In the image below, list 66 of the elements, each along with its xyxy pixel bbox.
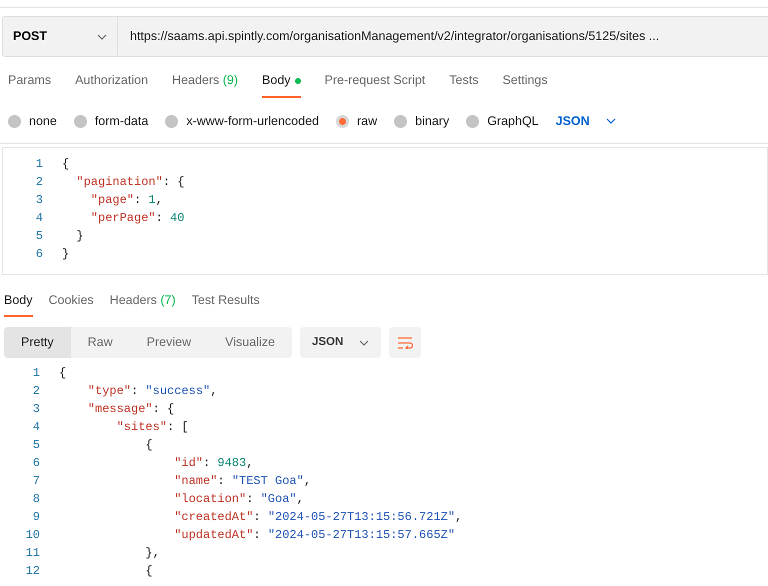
tab[interactable]: Headers (7) [110, 290, 176, 318]
radio-option[interactable]: none [8, 112, 57, 130]
format-dropdown[interactable]: JSON [300, 327, 382, 358]
code-line: }, [144, 545, 160, 562]
code-line: "type": "success", [86, 383, 218, 400]
line-number: 4 [32, 419, 40, 436]
view-mode-tab[interactable]: Pretty [4, 327, 71, 358]
line-number: 6 [34, 246, 43, 262]
view-mode-tab[interactable]: Raw [70, 327, 130, 358]
tab[interactable]: Body [4, 290, 32, 318]
wrap-lines-icon[interactable] [389, 327, 422, 358]
format-dropdown[interactable]: JSON [556, 112, 616, 130]
line-number: 7 [32, 473, 40, 490]
line-number: 1 [32, 365, 40, 382]
tab[interactable]: Tests [449, 71, 478, 98]
caret-icon [606, 118, 616, 124]
line-number: 5 [32, 437, 40, 454]
code-line: } [62, 246, 70, 262]
line-number: 8 [32, 491, 40, 508]
line-number: 9 [32, 509, 40, 526]
radio-option[interactable]: raw [336, 112, 378, 130]
code-line: { [144, 563, 153, 580]
tab[interactable]: Authorization [75, 71, 148, 98]
code-line: "perPage": 40 [90, 210, 184, 226]
line-number: 4 [34, 210, 43, 226]
code-line: "location": "Goa", [173, 491, 304, 508]
line-number: 12 [24, 563, 40, 580]
line-number: 1 [34, 156, 43, 172]
tab[interactable]: Cookies [48, 290, 94, 318]
tab[interactable]: Pre-request Script [324, 71, 426, 98]
radio-option[interactable]: binary [394, 112, 450, 130]
line-number: 5 [34, 228, 43, 244]
code-line: "createdAt": "2024-05-27T13:15:56.721Z", [173, 509, 462, 526]
radio-option[interactable]: GraphQL [466, 112, 539, 130]
code-line: "updatedAt": "2024-05-27T13:15:57.665Z" [173, 527, 456, 544]
line-number: 2 [32, 383, 40, 400]
code-line: { [144, 437, 153, 454]
line-number: 3 [32, 401, 40, 418]
code-line: { [62, 156, 70, 172]
url-field[interactable]: https://saams.api.spintly.com/organisationManagement/v2/integrator/organisations/5125/sites ... [118, 17, 768, 56]
code-line: "name": "TEST Goa", [173, 473, 312, 490]
caret-icon [359, 340, 370, 346]
method-dropdown[interactable]: POST [3, 17, 118, 56]
radio-option[interactable]: x-www-form-urlencoded [165, 112, 319, 130]
code-line: } [75, 228, 84, 244]
code-line: "pagination": { [75, 174, 184, 190]
radio-option[interactable]: form-data [74, 112, 148, 130]
request-body-editor[interactable]: 1 { 2 "pagination": { 3 "page": 1, 4 "perPage": 40 5 } 6 } [2, 146, 768, 274]
view-mode-tab[interactable]: Preview [130, 327, 208, 358]
code-line: "sites": [ [116, 419, 189, 436]
line-number: 6 [32, 455, 40, 472]
code-line: "message": { [86, 401, 174, 418]
line-number: 2 [34, 174, 43, 190]
tab[interactable]: Test Results [192, 290, 260, 318]
line-number: 10 [24, 527, 40, 544]
tab[interactable]: Params [8, 71, 52, 98]
line-number: 3 [34, 192, 43, 208]
tab[interactable]: Settings [502, 71, 548, 98]
line-number: 11 [24, 545, 40, 562]
code-line: { [59, 365, 66, 382]
code-line: "page": 1, [90, 192, 163, 208]
tab[interactable]: Body [262, 71, 301, 98]
view-mode-tab[interactable]: Visualize [208, 327, 292, 358]
caret-icon [97, 34, 107, 40]
tab[interactable]: Headers (9) [172, 71, 238, 98]
code-line: "id": 9483, [173, 455, 254, 472]
